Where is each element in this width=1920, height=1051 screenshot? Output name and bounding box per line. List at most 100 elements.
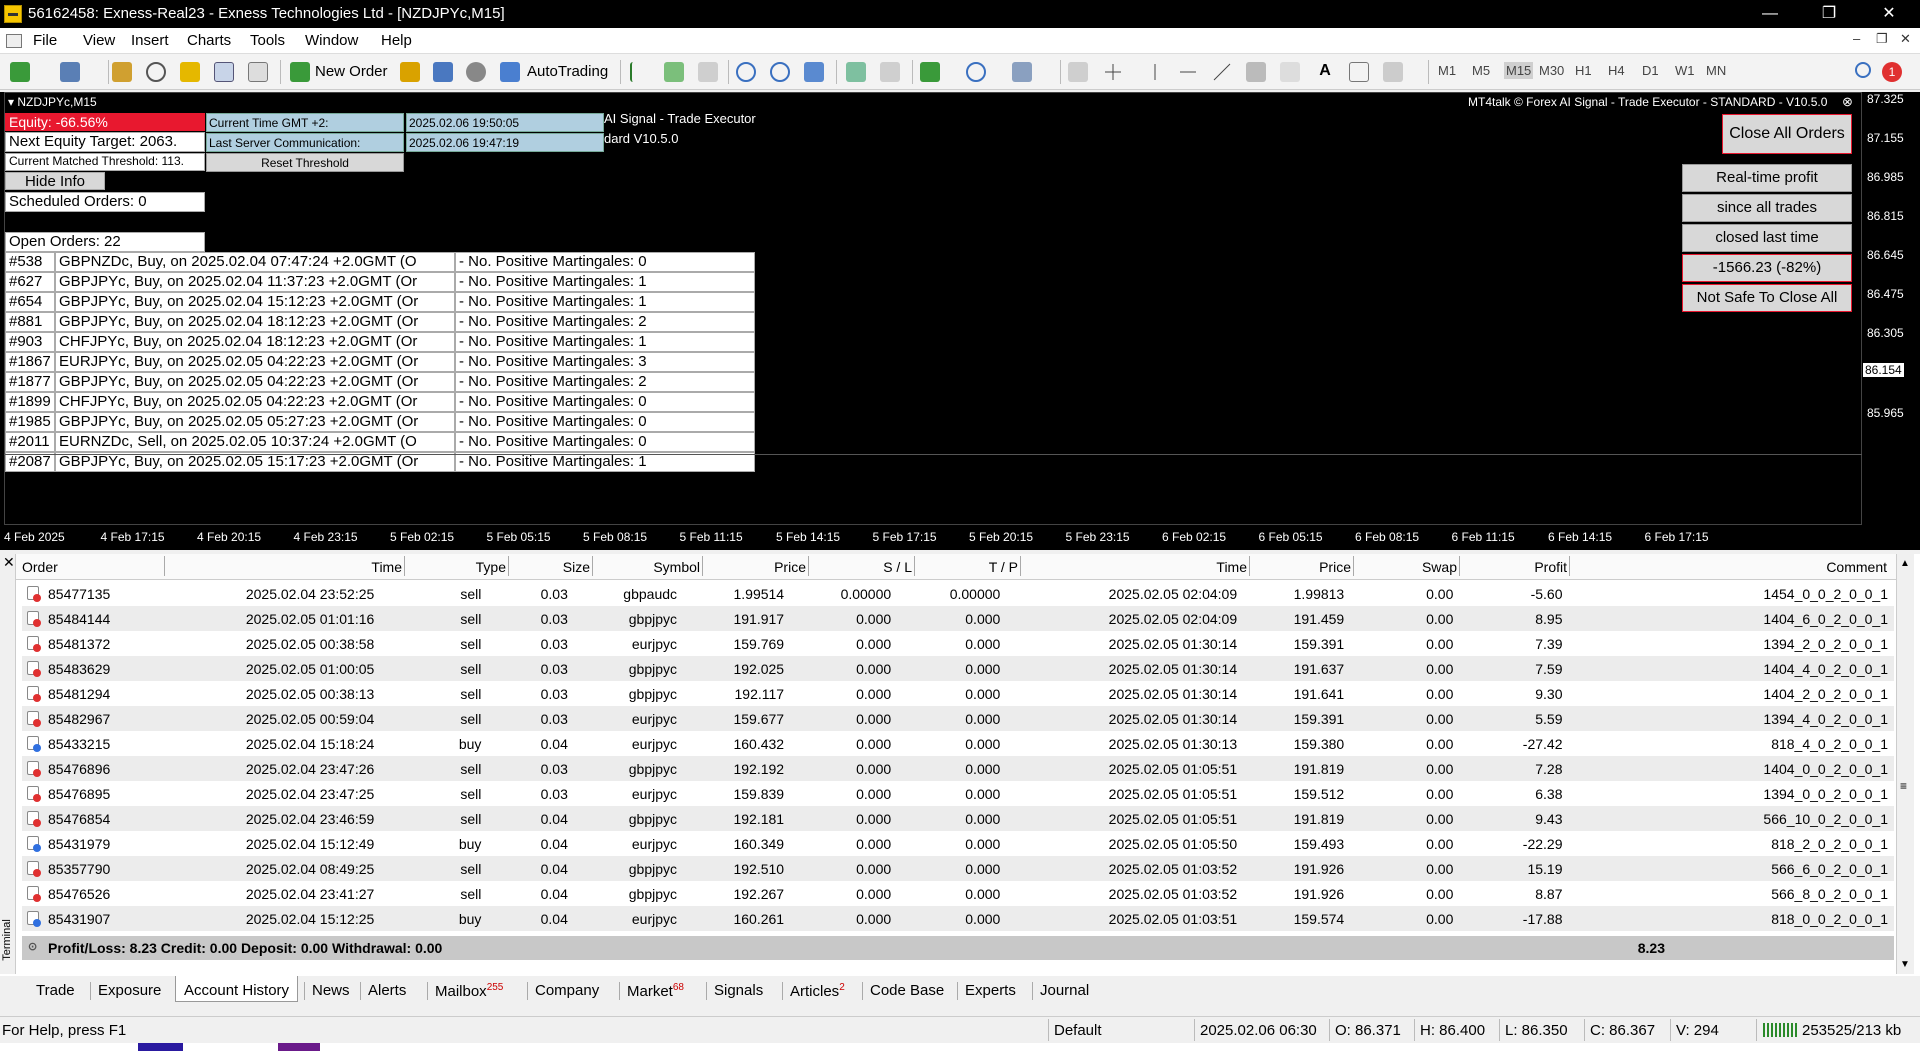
close-window-button[interactable]: ✕ (1866, 0, 1912, 28)
tab-signals[interactable]: Signals (714, 982, 763, 999)
horizontal-line-icon[interactable] (1178, 62, 1198, 82)
menu-help[interactable]: Help (381, 32, 412, 49)
close-all-orders-button[interactable]: Close All Orders (1722, 114, 1852, 154)
table-row[interactable]: 85483629 2025.02.05 01:00:05 sell 0.03 gbpjp… (22, 656, 1894, 681)
timeframe-m30[interactable]: M30 (1539, 63, 1564, 78)
table-row[interactable]: 85481372 2025.02.05 00:38:58 sell 0.03 eurjp… (22, 631, 1894, 656)
column-header[interactable]: Size (510, 559, 590, 575)
connection-status-icon[interactable] (1763, 1023, 1797, 1037)
tab-account-history[interactable]: Account History (175, 976, 299, 1002)
terminal-close-icon[interactable]: ✕ (3, 554, 15, 571)
column-header[interactable]: S / L (810, 559, 912, 575)
timeframe-d1[interactable]: D1 (1642, 63, 1659, 78)
zoom-in-icon[interactable] (736, 62, 756, 82)
cursor-icon[interactable] (1068, 62, 1088, 82)
timeframe-w1[interactable]: W1 (1675, 63, 1695, 78)
tab-code-base[interactable]: Code Base (870, 982, 944, 999)
text-icon[interactable]: A (1315, 62, 1335, 82)
scroll-thumb-icon[interactable]: ≡ (1900, 779, 1907, 793)
menu-charts[interactable]: Charts (187, 32, 231, 49)
notification-badge[interactable]: 1 (1882, 62, 1902, 82)
tab-company[interactable]: Company (535, 982, 599, 999)
column-header[interactable]: Price (1251, 559, 1351, 575)
tab-news[interactable]: News (312, 982, 350, 999)
timeframe-mn[interactable]: MN (1706, 63, 1726, 78)
timeframe-h1[interactable]: H1 (1575, 63, 1592, 78)
menu-window[interactable]: Window (305, 32, 358, 49)
trendline-icon[interactable] (1212, 62, 1232, 82)
column-header[interactable]: Time (166, 559, 402, 575)
table-row[interactable]: 85476854 2025.02.04 23:46:59 sell 0.04 gbpjp… (22, 806, 1894, 831)
tab-journal[interactable]: Journal (1040, 982, 1089, 999)
column-header[interactable]: Swap (1355, 559, 1457, 575)
navigator-icon[interactable] (180, 62, 200, 82)
indicators-icon[interactable] (920, 62, 940, 82)
column-header[interactable]: Comment (1571, 559, 1887, 575)
timeframe-h4[interactable]: H4 (1608, 63, 1625, 78)
templates-icon[interactable] (1012, 62, 1032, 82)
column-header[interactable]: Order (22, 559, 162, 575)
line-chart-icon[interactable] (698, 62, 718, 82)
ea-close-icon[interactable]: ⊗ (1842, 94, 1853, 110)
tile-windows-icon[interactable] (804, 62, 824, 82)
scroll-down-icon[interactable]: ▼ (1900, 959, 1910, 970)
signals-icon[interactable] (433, 62, 453, 82)
bar-chart-icon[interactable] (630, 62, 650, 82)
table-row[interactable]: 85476896 2025.02.04 23:47:26 sell 0.03 gbpjp… (22, 756, 1894, 781)
search-icon[interactable] (1855, 62, 1871, 78)
autotrading-icon[interactable] (500, 62, 520, 82)
tab-trade[interactable]: Trade (36, 982, 75, 999)
autotrading-button[interactable]: AutoTrading (527, 63, 608, 80)
vps-icon[interactable] (466, 62, 486, 82)
table-row[interactable]: 85476526 2025.02.04 23:41:27 sell 0.04 gbpjp… (22, 881, 1894, 906)
column-header[interactable]: Profit (1461, 559, 1567, 575)
vertical-line-icon[interactable] (1145, 62, 1165, 82)
strategy-tester-icon[interactable] (248, 62, 268, 82)
column-header[interactable]: Type (406, 559, 506, 575)
zoom-out-icon[interactable] (770, 62, 790, 82)
menu-file[interactable]: File (33, 32, 57, 49)
tab-alerts[interactable]: Alerts (368, 982, 406, 999)
terminal-icon[interactable] (214, 62, 234, 82)
column-header[interactable]: Symbol (594, 559, 700, 575)
market-watch-icon[interactable] (112, 62, 132, 82)
table-row[interactable]: 85482967 2025.02.05 00:59:04 sell 0.03 eurjp… (22, 706, 1894, 731)
arrows-icon[interactable] (1383, 62, 1403, 82)
table-row[interactable]: 85477135 2025.02.04 23:52:25 sell 0.03 gbpau… (22, 581, 1894, 606)
table-row[interactable]: 85481294 2025.02.05 00:38:13 sell 0.03 gbpjp… (22, 681, 1894, 706)
table-row[interactable]: 85484144 2025.02.05 01:01:16 sell 0.03 gbpjp… (22, 606, 1894, 631)
column-header[interactable]: T / P (916, 559, 1018, 575)
text-label-icon[interactable] (1349, 62, 1369, 82)
periods-icon[interactable] (966, 62, 986, 82)
table-row[interactable]: 85357790 2025.02.04 08:49:25 sell 0.04 gbpjp… (22, 856, 1894, 881)
table-row[interactable]: 85431907 2025.02.04 15:12:25 buy 0.04 eurjpy… (22, 906, 1894, 931)
summary-collapse-icon[interactable]: ⊙ (28, 940, 37, 953)
equidistant-channel-icon[interactable] (1246, 62, 1266, 82)
data-window-icon[interactable] (146, 62, 166, 82)
table-row[interactable]: 85476895 2025.02.04 23:47:25 sell 0.03 eurjp… (22, 781, 1894, 806)
mdi-close-button[interactable]: ✕ (1900, 31, 1911, 47)
new-order-icon[interactable] (290, 62, 310, 82)
menu-tools[interactable]: Tools (250, 32, 285, 49)
restore-button[interactable]: ❐ (1806, 0, 1852, 28)
profiles-icon[interactable] (60, 62, 80, 82)
menu-view[interactable]: View (83, 32, 115, 49)
mdi-restore-button[interactable]: ❐ (1876, 31, 1888, 47)
timeframe-m15[interactable]: M15 (1504, 62, 1534, 79)
chart-area[interactable]: ▾ NZDJPYc,M15 MT4talk © Forex AI Signal … (0, 92, 1920, 550)
chart-shift-icon[interactable] (880, 62, 900, 82)
auto-scroll-icon[interactable] (846, 62, 866, 82)
tab-experts[interactable]: Experts (965, 982, 1016, 999)
table-row[interactable]: 85433215 2025.02.04 15:18:24 buy 0.04 eurjpy… (22, 731, 1894, 756)
hide-info-button[interactable]: Hide Info (5, 172, 105, 190)
crosshair-icon[interactable] (1103, 62, 1123, 82)
timeframe-m1[interactable]: M1 (1438, 63, 1456, 78)
timeframe-m5[interactable]: M5 (1472, 63, 1490, 78)
column-header[interactable]: Price (704, 559, 806, 575)
metaeditor-icon[interactable] (400, 62, 420, 82)
tab-mailbox[interactable]: Mailbox255 (435, 982, 503, 1000)
terminal-scrollbar[interactable]: ▲ ≡ ▼ (1896, 554, 1914, 974)
new-chart-icon[interactable] (10, 62, 30, 82)
tab-articles[interactable]: Articles2 (790, 982, 845, 1000)
candlestick-icon[interactable] (664, 62, 684, 82)
